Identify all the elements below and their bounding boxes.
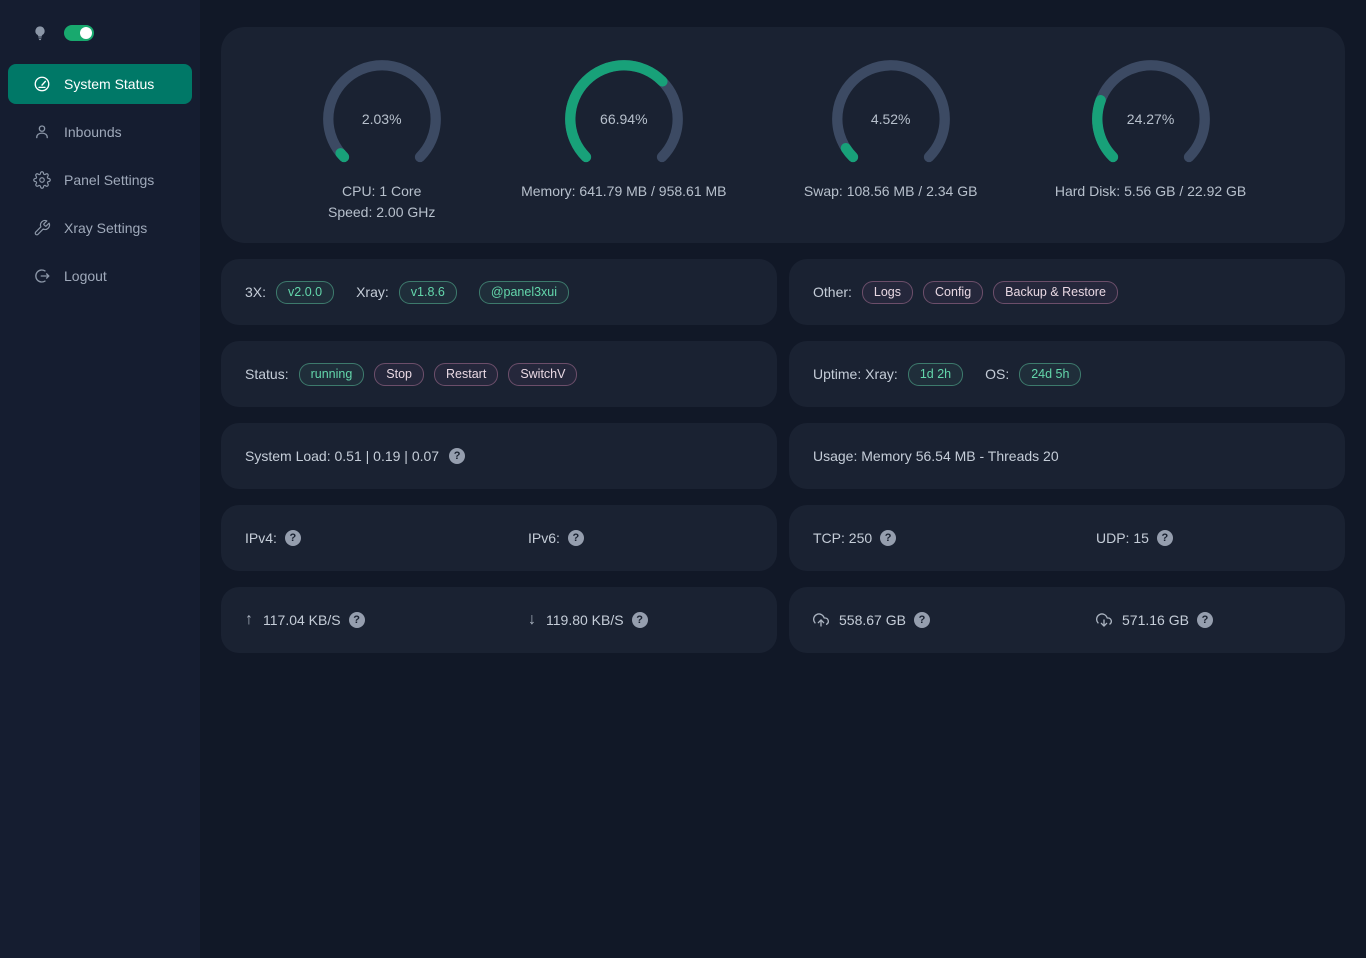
ipv4-label: IPv4: [245, 530, 277, 546]
gauge-value: 2.03% [320, 57, 444, 181]
sidebar-item-label: Inbounds [64, 124, 122, 140]
3x-label: 3X: [245, 284, 266, 300]
sidebar-item-label: Logout [64, 268, 107, 284]
restart-button[interactable]: Restart [434, 363, 498, 386]
system-load-card: System Load: 0.51 | 0.19 | 0.07 ? [221, 423, 777, 489]
question-icon[interactable]: ? [632, 612, 648, 628]
tcp-count-text: TCP: 250 [813, 530, 872, 546]
sidebar-item-label: System Status [64, 76, 154, 92]
download-speed-section: ↓ 119.80 KB/S ? [504, 611, 777, 629]
cloud-download-icon [1096, 612, 1112, 628]
theme-row [0, 20, 200, 46]
status-running-badge: running [299, 363, 365, 386]
question-icon[interactable]: ? [880, 530, 896, 546]
usage-card: Usage: Memory 56.54 MB - Threads 20 [789, 423, 1345, 489]
gauge-label: Memory: 641.79 MB / 958.61 MB [521, 181, 726, 202]
other-card: Other: Logs Config Backup & Restore [789, 259, 1345, 325]
gauge-label: Swap: 108.56 MB / 2.34 GB [804, 181, 978, 202]
sidebar-item-logout[interactable]: Logout [8, 256, 192, 296]
question-icon[interactable]: ? [914, 612, 930, 628]
sidebar-item-label: Xray Settings [64, 220, 147, 236]
version-card: 3X: v2.0.0 Xray: v1.8.6 @panel3xui [221, 259, 777, 325]
sidebar-nav: System Status Inbounds P [0, 64, 200, 296]
total-sent-section: 558.67 GB ? [789, 612, 1062, 628]
question-icon[interactable]: ? [449, 448, 465, 464]
usage-text: Usage: Memory 56.54 MB - Threads 20 [813, 448, 1059, 464]
wrench-icon [33, 219, 51, 237]
upload-speed-section: ↑ 117.04 KB/S ? [221, 611, 494, 629]
user-icon [33, 123, 51, 141]
dashboard-icon [33, 75, 51, 93]
udp-count-text: UDP: 15 [1096, 530, 1149, 546]
speed-card: ↑ 117.04 KB/S ? ↓ 119.80 KB/S ? [221, 587, 777, 653]
xray-uptime-badge: 1d 2h [908, 363, 963, 386]
gauges-card: 2.03% CPU: 1 Core Speed: 2.00 GHz 66.94%… [221, 27, 1345, 243]
gauge-memory: 66.94% Memory: 641.79 MB / 958.61 MB [521, 57, 726, 202]
gauge-swap: 4.52% Swap: 108.56 MB / 2.34 GB [804, 57, 978, 202]
xray-label: Xray: [356, 284, 389, 300]
telegram-channel-badge[interactable]: @panel3xui [479, 281, 569, 304]
download-speed-text: 119.80 KB/S [546, 612, 624, 628]
ipv6-section: IPv6: ? [504, 530, 777, 546]
other-label: Other: [813, 284, 852, 300]
os-uptime-badge: 24d 5h [1019, 363, 1081, 386]
arrow-up-icon: ↑ [245, 611, 253, 629]
xray-version-badge[interactable]: v1.8.6 [399, 281, 457, 304]
theme-toggle[interactable] [64, 25, 94, 41]
traffic-card: 558.67 GB ? 571.16 GB ? [789, 587, 1345, 653]
uptime-xray-label: Uptime: Xray: [813, 366, 898, 382]
sidebar-item-xray-settings[interactable]: Xray Settings [8, 208, 192, 248]
ipv4-section: IPv4: ? [221, 530, 494, 546]
sidebar-item-panel-settings[interactable]: Panel Settings [8, 160, 192, 200]
sidebar: System Status Inbounds P [0, 0, 200, 958]
sidebar-item-inbounds[interactable]: Inbounds [8, 112, 192, 152]
ipv6-label: IPv6: [528, 530, 560, 546]
logout-icon [33, 267, 51, 285]
bulb-icon [32, 25, 48, 41]
arrow-down-icon: ↓ [528, 611, 536, 629]
backup-restore-button[interactable]: Backup & Restore [993, 281, 1118, 304]
3x-version-badge[interactable]: v2.0.0 [276, 281, 334, 304]
gauge-cpu: 2.03% CPU: 1 Core Speed: 2.00 GHz [320, 57, 444, 223]
gauge-value: 4.52% [829, 57, 953, 181]
toggle-knob [80, 27, 92, 39]
question-icon[interactable]: ? [568, 530, 584, 546]
tcp-section: TCP: 250 ? [789, 530, 1062, 546]
question-icon[interactable]: ? [349, 612, 365, 628]
main-content: 2.03% CPU: 1 Core Speed: 2.00 GHz 66.94%… [200, 0, 1366, 958]
gear-icon [33, 171, 51, 189]
info-grid: 3X: v2.0.0 Xray: v1.8.6 @panel3xui Other… [221, 259, 1345, 653]
sidebar-item-label: Panel Settings [64, 172, 154, 188]
total-received-section: 571.16 GB ? [1072, 612, 1345, 628]
gauge-value: 66.94% [562, 57, 686, 181]
gauge-label: Hard Disk: 5.56 GB / 22.92 GB [1055, 181, 1246, 202]
question-icon[interactable]: ? [285, 530, 301, 546]
gauge-label: Speed: 2.00 GHz [328, 202, 435, 223]
app-root: System Status Inbounds P [0, 0, 1366, 958]
gauge-label: CPU: 1 Core [342, 181, 421, 202]
total-sent-text: 558.67 GB [839, 612, 906, 628]
cloud-upload-icon [813, 612, 829, 628]
config-button[interactable]: Config [923, 281, 983, 304]
logs-button[interactable]: Logs [862, 281, 913, 304]
total-received-text: 571.16 GB [1122, 612, 1189, 628]
system-load-text: System Load: 0.51 | 0.19 | 0.07 [245, 448, 439, 464]
question-icon[interactable]: ? [1157, 530, 1173, 546]
switch-version-button[interactable]: SwitchV [508, 363, 577, 386]
status-label: Status: [245, 366, 289, 382]
gauge-value: 24.27% [1089, 57, 1213, 181]
ip-card: IPv4: ? IPv6: ? [221, 505, 777, 571]
connections-card: TCP: 250 ? UDP: 15 ? [789, 505, 1345, 571]
uptime-card: Uptime: Xray: 1d 2h OS: 24d 5h [789, 341, 1345, 407]
os-label: OS: [985, 366, 1009, 382]
udp-section: UDP: 15 ? [1072, 530, 1345, 546]
sidebar-item-system-status[interactable]: System Status [8, 64, 192, 104]
stop-button[interactable]: Stop [374, 363, 424, 386]
status-card: Status: running Stop Restart SwitchV [221, 341, 777, 407]
gauge-hard-disk: 24.27% Hard Disk: 5.56 GB / 22.92 GB [1055, 57, 1246, 202]
upload-speed-text: 117.04 KB/S [263, 612, 341, 628]
question-icon[interactable]: ? [1197, 612, 1213, 628]
